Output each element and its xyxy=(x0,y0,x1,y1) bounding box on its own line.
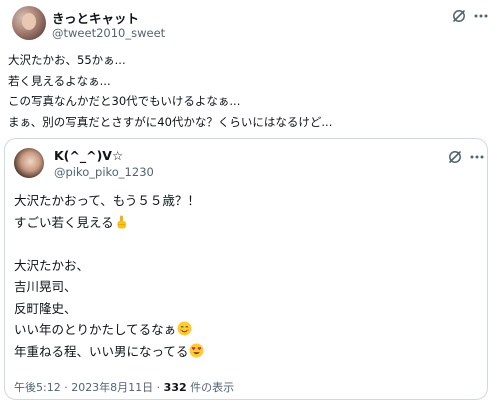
views-label: 件の表示 xyxy=(186,381,235,394)
quoted-text-line xyxy=(14,233,204,255)
grok-icon[interactable] xyxy=(452,9,466,23)
more-icon[interactable] xyxy=(470,155,484,159)
quoted-author-avatar[interactable] xyxy=(14,148,44,178)
author-handle[interactable]: @tweet2010_sweet xyxy=(52,26,165,40)
post-text: 大沢たかお、55かぁ... 若く見えるよなぁ... この写真なんかだと30代でも… xyxy=(8,50,332,132)
quoted-text-line: 大沢たかお、 xyxy=(14,257,90,273)
quoted-text-line: いい年のとりかたしてるなぁ xyxy=(14,319,204,341)
quoted-text-line: すごい若く見える xyxy=(14,212,204,234)
quoted-author-name[interactable]: K(^_^)V☆ xyxy=(54,148,123,163)
post-text-line: この写真なんかだと30代でもいけるよなぁ... xyxy=(8,94,241,108)
smiling-face-emoji xyxy=(177,321,192,343)
author-name[interactable]: きっとキャット xyxy=(52,8,139,27)
quoted-author-handle[interactable]: @piko_piko_1230 xyxy=(54,165,154,179)
post-text-line: まぁ、別の写真だとさすがに40代かな？くらいにはなるけど... xyxy=(8,114,333,129)
post-metadata: 午後5:12 · 2023年8月11日 · 332 件の表示 xyxy=(14,379,234,395)
more-icon[interactable] xyxy=(474,14,488,18)
post: きっとキャット @tweet2010_sweet 大沢たかお、55かぁ... 若… xyxy=(0,0,500,411)
timestamp[interactable]: 午後5:12 · 2023年8月11日 · xyxy=(14,381,164,394)
post-text-line: 大沢たかお、55かぁ... xyxy=(8,53,126,67)
quoted-text-line: 吉川晃司、 xyxy=(14,279,77,294)
views-count: 332 xyxy=(163,381,187,394)
post-text-line: 若く見えるよなぁ... xyxy=(8,73,111,88)
quoted-post-text: 大沢たかおって、もう５５歳？！ すごい若く見える 大沢たかお、 吉川晃司、 反町… xyxy=(14,190,204,362)
author-avatar[interactable] xyxy=(12,6,46,40)
pointing-up-emoji xyxy=(115,214,128,236)
grok-icon[interactable] xyxy=(448,150,462,164)
quoted-text-line: 年重ねる程、いい男になってる xyxy=(14,341,204,363)
quoted-text-line: 反町隆史、 xyxy=(14,300,77,316)
quoted-text-line: 大沢たかおって、もう５５歳？！ xyxy=(14,193,200,208)
heart-eyes-emoji xyxy=(189,343,204,365)
